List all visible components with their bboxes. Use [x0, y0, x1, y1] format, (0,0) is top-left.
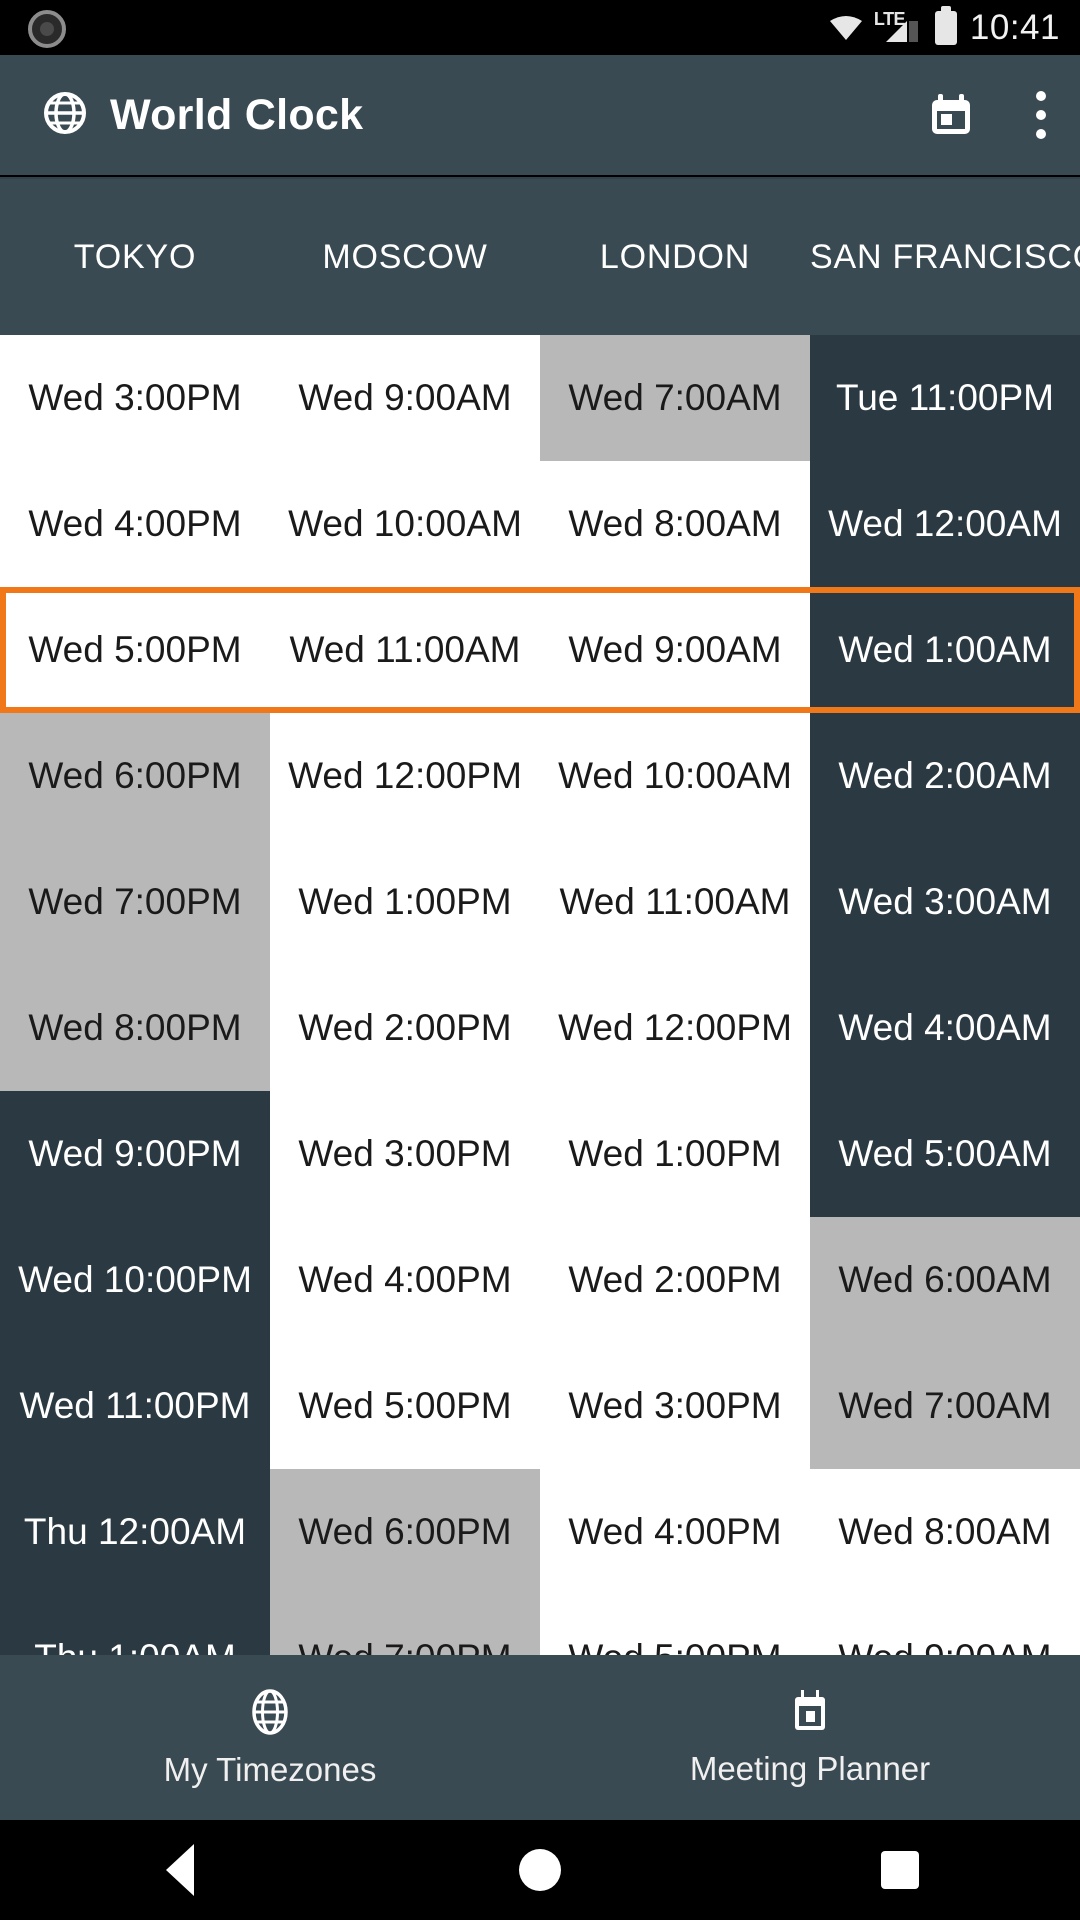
time-cell[interactable]: Wed 11:00AM: [270, 587, 540, 713]
overflow-dot: [1036, 129, 1046, 139]
time-cell[interactable]: Wed 9:00AM: [540, 587, 810, 713]
time-cell[interactable]: Wed 1:00PM: [270, 839, 540, 965]
time-cell[interactable]: Wed 7:00AM: [540, 335, 810, 461]
time-row-selected[interactable]: Wed 5:00PM Wed 11:00AM Wed 9:00AM Wed 1:00A…: [0, 587, 1080, 713]
globe-icon: [245, 1687, 295, 1737]
nav-label: My Timezones: [163, 1750, 377, 1788]
time-row[interactable]: Wed 9:00PM Wed 3:00PM Wed 1:00PM Wed 5:00AM: [0, 1091, 1080, 1217]
time-cell[interactable]: Wed 6:00AM: [810, 1217, 1080, 1343]
tab-row: TOKYO MOSCOW LONDON SAN FRANCISCO: [0, 179, 1080, 335]
time-cell[interactable]: Thu 1:00AM: [0, 1595, 270, 1655]
globe-icon: [42, 90, 88, 141]
time-cell[interactable]: Wed 5:00PM: [0, 587, 270, 713]
time-cell[interactable]: Wed 2:00PM: [540, 1217, 810, 1343]
time-row[interactable]: Thu 1:00AMWed 7:00PMWed 5:00PMWed 9:00AM: [0, 1595, 1080, 1655]
time-cell[interactable]: Wed 11:00PM: [0, 1343, 270, 1469]
time-cell[interactable]: Wed 10:00AM: [270, 461, 540, 587]
tab-san-francisco[interactable]: SAN FRANCISCO: [810, 238, 1080, 277]
status-bar-clock: 10:41: [969, 7, 1060, 47]
page-title: World Clock: [110, 90, 364, 139]
time-cell[interactable]: Wed 3:00AM: [810, 839, 1080, 965]
time-row[interactable]: Wed 8:00PM Wed 2:00PM Wed 12:00PM Wed 4:00A…: [0, 965, 1080, 1091]
time-cell[interactable]: Wed 4:00PM: [270, 1217, 540, 1343]
time-row[interactable]: Wed 11:00PM Wed 5:00PM Wed 3:00PM Wed 7:00A…: [0, 1343, 1080, 1469]
timezone-time-grid[interactable]: Wed 3:00PM Wed 9:00AM Wed 7:00AM Tue 11:00P…: [0, 335, 1080, 1655]
overflow-dot: [1036, 110, 1046, 120]
time-cell[interactable]: Wed 7:00AM: [810, 1343, 1080, 1469]
time-cell[interactable]: Wed 6:00PM: [0, 713, 270, 839]
tab-london[interactable]: LONDON: [540, 238, 810, 277]
time-cell[interactable]: Wed 11:00AM: [540, 839, 810, 965]
time-cell[interactable]: Wed 5:00PM: [540, 1595, 810, 1655]
tab-tokyo[interactable]: TOKYO: [0, 238, 270, 277]
time-cell[interactable]: Wed 2:00AM: [810, 713, 1080, 839]
time-cell[interactable]: Wed 12:00PM: [540, 965, 810, 1091]
time-row[interactable]: Thu 12:00AM Wed 6:00PM Wed 4:00PM Wed 8:00A…: [0, 1469, 1080, 1595]
time-cell[interactable]: Wed 1:00PM: [540, 1091, 810, 1217]
time-cell[interactable]: Thu 12:00AM: [0, 1469, 270, 1595]
back-triangle-icon: [166, 1844, 194, 1896]
time-cell[interactable]: Wed 8:00PM: [0, 965, 270, 1091]
app-bar: World Clock: [0, 55, 1080, 175]
status-bar-indicators: LTE 10:41: [829, 0, 1060, 55]
time-row[interactable]: Wed 7:00PM Wed 1:00PM Wed 11:00AM Wed 3:00A…: [0, 839, 1080, 965]
time-cell[interactable]: Wed 7:00PM: [270, 1595, 540, 1655]
time-cell[interactable]: Wed 5:00AM: [810, 1091, 1080, 1217]
battery-icon: [934, 10, 957, 45]
time-cell[interactable]: Wed 9:00AM: [270, 335, 540, 461]
camera-punchhole-icon: [28, 10, 66, 48]
time-cell[interactable]: Wed 9:00AM: [810, 1595, 1080, 1655]
wifi-icon: [829, 15, 863, 41]
android-system-nav: [0, 1820, 1080, 1920]
nav-label: Meeting Planner: [689, 1749, 931, 1787]
lte-signal-icon: LTE: [874, 10, 922, 43]
status-bar: LTE 10:41: [0, 0, 1080, 55]
time-cell[interactable]: Wed 10:00PM: [0, 1217, 270, 1343]
time-cell[interactable]: Wed 4:00PM: [540, 1469, 810, 1595]
calendar-icon[interactable]: [928, 92, 974, 138]
time-cell[interactable]: Wed 4:00PM: [0, 461, 270, 587]
overflow-dot: [1036, 91, 1046, 101]
time-cell[interactable]: Wed 9:00PM: [0, 1091, 270, 1217]
time-cell[interactable]: Wed 3:00PM: [0, 335, 270, 461]
calendar-icon: [787, 1688, 833, 1736]
home-circle-icon: [519, 1849, 561, 1891]
time-cell[interactable]: Wed 4:00AM: [810, 965, 1080, 1091]
tab-moscow[interactable]: MOSCOW: [270, 238, 540, 277]
app-bar-title-group: World Clock: [42, 90, 363, 141]
timezone-tab-strip[interactable]: TOKYO MOSCOW LONDON SAN FRANCISCO: [0, 177, 1080, 335]
time-cell[interactable]: Wed 8:00AM: [540, 461, 810, 587]
overflow-menu-icon[interactable]: [1036, 91, 1046, 139]
time-cell[interactable]: Wed 7:00PM: [0, 839, 270, 965]
time-cell[interactable]: Wed 8:00AM: [810, 1469, 1080, 1595]
time-cell[interactable]: Wed 12:00PM: [270, 713, 540, 839]
time-cell[interactable]: Wed 3:00PM: [540, 1343, 810, 1469]
time-cell[interactable]: Wed 1:00AM: [810, 587, 1080, 713]
time-cell[interactable]: Wed 3:00PM: [270, 1091, 540, 1217]
back-button[interactable]: [105, 1844, 255, 1896]
time-cell[interactable]: Wed 5:00PM: [270, 1343, 540, 1469]
recents-button[interactable]: [825, 1851, 975, 1889]
time-row[interactable]: Wed 6:00PM Wed 12:00PM Wed 10:00AM Wed 2:00…: [0, 713, 1080, 839]
home-button[interactable]: [465, 1849, 615, 1891]
time-row[interactable]: Wed 3:00PM Wed 9:00AM Wed 7:00AM Tue 11:00P…: [0, 335, 1080, 461]
time-cell[interactable]: Wed 10:00AM: [540, 713, 810, 839]
recents-square-icon: [881, 1851, 919, 1889]
nav-item-meeting-planner[interactable]: Meeting Planner: [540, 1655, 1080, 1820]
time-cell[interactable]: Wed 2:00PM: [270, 965, 540, 1091]
app-bar-actions: [928, 55, 1046, 175]
time-row[interactable]: Wed 4:00PM Wed 10:00AM Wed 8:00AM Wed 12:00…: [0, 461, 1080, 587]
time-cell[interactable]: Wed 12:00AM: [810, 461, 1080, 587]
time-row[interactable]: Wed 10:00PM Wed 4:00PM Wed 2:00PM Wed 6:00A…: [0, 1217, 1080, 1343]
time-cell[interactable]: Wed 6:00PM: [270, 1469, 540, 1595]
nav-item-my-timezones[interactable]: My Timezones: [0, 1655, 540, 1820]
bottom-navigation-bar: My Timezones Meeting Planner: [0, 1655, 1080, 1820]
time-cell[interactable]: Tue 11:00PM: [810, 335, 1080, 461]
